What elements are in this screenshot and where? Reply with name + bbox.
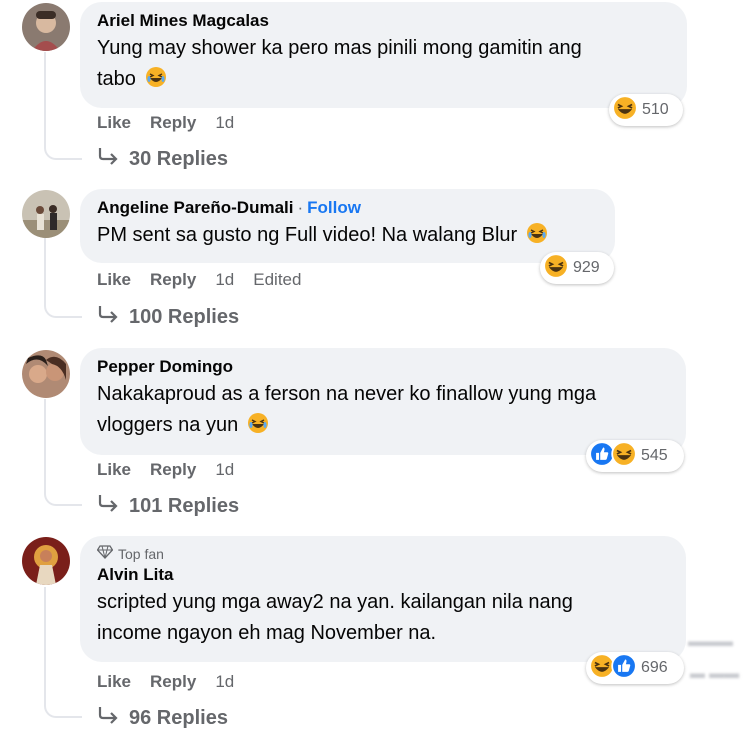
reaction-count: 696 [641, 659, 668, 676]
thread-line [44, 52, 82, 160]
reaction-count: 545 [641, 447, 668, 464]
thread-line [44, 399, 82, 506]
reply-arrow-icon [97, 705, 119, 731]
reaction-summary[interactable]: 929 [540, 252, 614, 284]
like-button[interactable]: Like [97, 672, 131, 692]
separator-dot: · [297, 198, 304, 217]
author-name[interactable]: Ariel Mines Magcalas [97, 11, 669, 31]
comment-actions: Like Reply 1d [97, 672, 234, 692]
like-button[interactable]: Like [97, 270, 131, 290]
reply-button[interactable]: Reply [150, 460, 196, 480]
reply-button[interactable]: Reply [150, 113, 196, 133]
comment-actions: Like Reply 1d [97, 113, 234, 133]
comment-text: Yung may shower ka pero mas pinili mong … [97, 33, 669, 98]
view-replies-button[interactable]: 101 Replies [97, 493, 239, 519]
author-name[interactable]: Angeline Pareño-Dumali [97, 198, 293, 218]
reaction-count: 929 [573, 259, 600, 276]
top-fan-badge[interactable]: Top fan [96, 545, 668, 562]
replies-count: 30 Replies [129, 147, 228, 170]
haha-emoji-icon [247, 412, 269, 444]
timestamp[interactable]: 1d [215, 270, 234, 290]
reply-arrow-icon [97, 146, 119, 172]
reaction-summary[interactable]: 545 [586, 440, 684, 472]
timestamp[interactable]: 1d [215, 460, 234, 480]
reply-arrow-icon [97, 493, 119, 519]
comment-2: Angeline Pareño-Dumali · Follow PM sent … [0, 186, 750, 346]
author-header: Angeline Pareño-Dumali · Follow [97, 198, 597, 218]
reply-button[interactable]: Reply [150, 270, 196, 290]
comment-1: Ariel Mines Magcalas Yung may shower ka … [0, 0, 750, 180]
avatar[interactable] [22, 3, 70, 51]
edited-label[interactable]: Edited [253, 270, 301, 290]
haha-reaction-icon [612, 94, 638, 126]
author-name[interactable]: Pepper Domingo [97, 357, 668, 377]
avatar[interactable] [22, 537, 70, 585]
haha-emoji-icon [145, 66, 167, 98]
top-fan-label: Top fan [118, 545, 164, 562]
reaction-count: 510 [642, 101, 669, 118]
comment-text: Nakakaproud as a ferson na never ko fina… [97, 379, 668, 444]
like-button[interactable]: Like [97, 460, 131, 480]
view-replies-button[interactable]: 96 Replies [97, 705, 228, 731]
replies-count: 100 Replies [129, 305, 240, 328]
comment-bubble: Pepper Domingo Nakakaproud as a ferson n… [80, 348, 686, 455]
avatar[interactable] [22, 350, 70, 398]
haha-reaction-icon [611, 440, 637, 472]
reaction-summary[interactable]: 696 [586, 652, 684, 684]
reply-button[interactable]: Reply [150, 672, 196, 692]
thread-line [44, 238, 82, 318]
timestamp[interactable]: 1d [215, 113, 234, 133]
replies-count: 101 Replies [129, 494, 240, 517]
comment-text: scripted yung mga away2 na yan. kailanga… [97, 591, 573, 644]
author-name[interactable]: Alvin Lita [97, 565, 668, 585]
thread-line [44, 587, 82, 718]
avatar[interactable] [22, 190, 70, 238]
view-replies-button[interactable]: 30 Replies [97, 146, 228, 172]
comment-4: Top fan Alvin Lita scripted yung mga awa… [0, 533, 750, 733]
haha-emoji-icon [526, 222, 548, 254]
replies-count: 96 Replies [129, 706, 228, 729]
blurred-overlay-text: ▬▬▬ [688, 633, 733, 650]
view-replies-button[interactable]: 100 Replies [97, 304, 239, 330]
haha-reaction-icon [543, 252, 569, 284]
comment-bubble: Angeline Pareño-Dumali · Follow PM sent … [80, 189, 615, 263]
like-button[interactable]: Like [97, 113, 131, 133]
reaction-summary[interactable]: 510 [609, 94, 683, 126]
reply-arrow-icon [97, 304, 119, 330]
comment-3: Pepper Domingo Nakakaproud as a ferson n… [0, 345, 750, 530]
blurred-overlay-text: ▬ ▬▬ [690, 665, 740, 682]
comment-actions: Like Reply 1d [97, 460, 234, 480]
comment-text: PM sent sa gusto ng Full video! Na walan… [97, 220, 597, 254]
timestamp[interactable]: 1d [215, 672, 234, 692]
diamond-icon [96, 545, 114, 562]
comment-actions: Like Reply 1d Edited [97, 270, 301, 290]
follow-button[interactable]: Follow [307, 198, 361, 218]
comment-bubble: Top fan Alvin Lita scripted yung mga awa… [80, 536, 686, 662]
like-reaction-icon [611, 652, 637, 684]
comment-bubble: Ariel Mines Magcalas Yung may shower ka … [80, 2, 687, 108]
